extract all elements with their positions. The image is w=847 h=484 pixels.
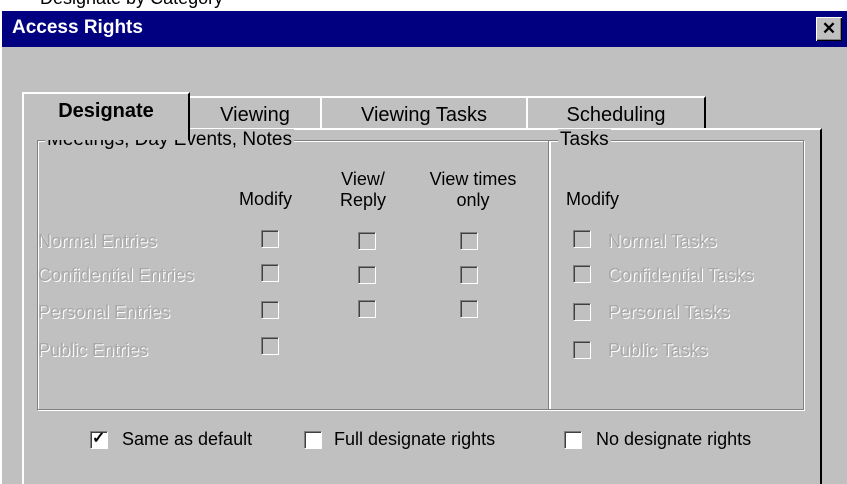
title-bar[interactable]: Access Rights ✕ [2, 11, 847, 47]
no-designate-rights-checkbox[interactable] [564, 431, 582, 449]
public-tasks-checkbox[interactable] [573, 341, 591, 359]
normal-entries-label: Normal Entries [38, 231, 158, 251]
access-rights-dialog: Designate by Category Access Rights ✕ De… [0, 0, 847, 484]
same-as-default-label[interactable]: Same as default [122, 429, 252, 450]
tab-scheduling-label: Scheduling [566, 104, 666, 126]
close-button[interactable]: ✕ [816, 17, 842, 41]
personal-entries-modify-checkbox[interactable] [261, 301, 279, 319]
normal-entries-modify-checkbox[interactable] [261, 230, 279, 248]
confidential-tasks-checkbox[interactable] [573, 265, 591, 283]
full-designate-rights-checkbox[interactable] [304, 431, 322, 449]
close-icon: ✕ [821, 19, 837, 38]
confidential-entries-modify-checkbox[interactable] [261, 264, 279, 282]
same-as-default-checkbox[interactable]: ✓ [90, 430, 108, 449]
no-designate-rights-label[interactable]: No designate rights [596, 429, 751, 450]
confidential-tasks-label: Confidential Tasks [608, 265, 754, 285]
confidential-entries-view-reply-checkbox[interactable] [358, 266, 376, 284]
col-view-reply-header: View/ Reply [339, 169, 387, 210]
normal-entries-view-reply-checkbox[interactable] [358, 232, 376, 250]
confidential-entries-label: Confidential Entries [38, 265, 195, 285]
personal-entries-label: Personal Entries [38, 302, 171, 322]
normal-tasks-checkbox[interactable] [573, 230, 591, 248]
tab-viewing-label: Viewing [220, 104, 290, 126]
background-text-fragment: Designate by Category [40, 0, 223, 9]
tab-designate-label: Designate [58, 100, 154, 122]
personal-tasks-label: Personal Tasks [608, 302, 730, 322]
public-entries-modify-checkbox[interactable] [261, 337, 279, 355]
personal-entries-view-reply-checkbox[interactable] [358, 300, 376, 318]
checkmark-icon: ✓ [92, 430, 106, 447]
public-tasks-label: Public Tasks [608, 340, 708, 360]
personal-tasks-checkbox[interactable] [573, 303, 591, 321]
tab-designate[interactable]: Designate [22, 92, 190, 140]
col-modify-header: Modify [239, 189, 293, 209]
public-entries-label: Public Entries [38, 340, 149, 360]
tasks-col-modify-header: Modify [566, 189, 620, 209]
full-designate-rights-label[interactable]: Full designate rights [334, 429, 495, 450]
top-cut-text: Designate by Category [0, 0, 847, 11]
col-view-times-header: View times only [429, 169, 517, 210]
tasks-group-title: Tasks [558, 129, 611, 151]
tab-viewing-tasks-label: Viewing Tasks [361, 104, 487, 126]
normal-tasks-label: Normal Tasks [608, 231, 717, 251]
designate-panel: Meetings, Day Events, Notes Modify View/… [22, 128, 822, 484]
confidential-entries-view-times-checkbox[interactable] [460, 266, 478, 284]
personal-entries-view-times-checkbox[interactable] [460, 300, 478, 318]
normal-entries-view-times-checkbox[interactable] [460, 232, 478, 250]
window-title: Access Rights [12, 17, 143, 38]
